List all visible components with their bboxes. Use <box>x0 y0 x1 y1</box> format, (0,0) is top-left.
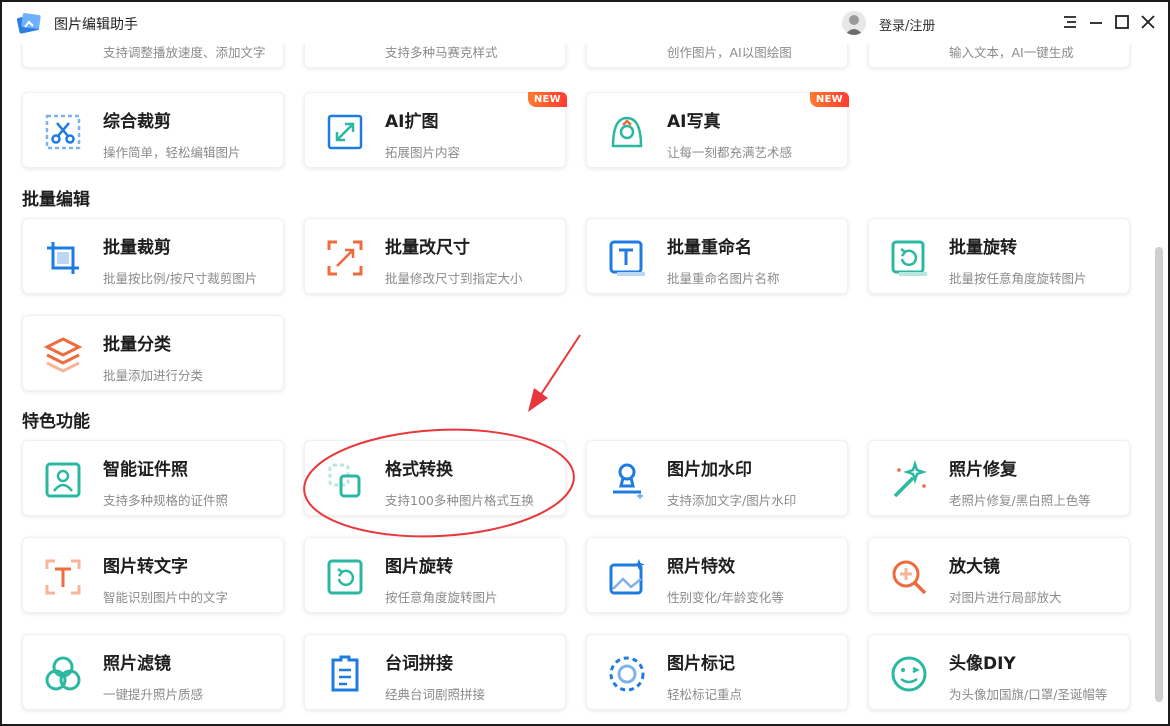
filter-icon <box>45 656 81 691</box>
card-desc: 按任意角度旋转图片 <box>385 590 498 605</box>
card-desc: 对图片进行局部放大 <box>949 590 1062 605</box>
rotate-icon <box>891 240 927 276</box>
new-badge: NEW <box>809 92 849 107</box>
card-desc: 为头像加国旗/口罩/圣诞帽等 <box>949 687 1108 702</box>
feature-card-script[interactable]: 台词拼接 经典台词剧照拼接 <box>304 634 566 710</box>
script-icon <box>331 655 359 692</box>
feature-card-watermark[interactable]: 图片加水印 支持添加文字/图片水印 <box>586 440 848 516</box>
feature-card-magnifier[interactable]: 放大镜 对图片进行局部放大 <box>868 537 1130 613</box>
image-rotate-icon <box>327 559 363 595</box>
feature-card-batch-classify[interactable]: 批量分类 批量添加进行分类 <box>22 315 284 391</box>
card-desc: 智能识别图片中的文字 <box>103 590 229 605</box>
card-title: 照片修复 <box>949 460 1017 480</box>
card-desc: 批量重命名图片名称 <box>667 271 780 286</box>
card-title: 批量分类 <box>103 335 171 355</box>
maximize-icon[interactable] <box>1112 12 1132 32</box>
feature-card-format-convert[interactable]: 格式转换 支持100多种图片格式互换 <box>304 440 566 516</box>
card-title: 放大镜 <box>949 557 1000 577</box>
card-desc: 支持100多种图片格式互换 <box>385 493 534 508</box>
card-title: AI写真 <box>667 112 721 132</box>
magic-wand-icon <box>893 460 927 498</box>
mark-icon <box>609 656 645 692</box>
menu-icon[interactable] <box>1060 12 1080 32</box>
avatar-diy-icon <box>891 656 927 692</box>
card-title: 批量重命名 <box>667 238 752 258</box>
card-desc: 操作简单，轻松编辑图片 <box>103 145 241 160</box>
card-title: 批量裁剪 <box>103 238 171 258</box>
batch-crop-icon <box>47 242 79 274</box>
vertical-scrollbar[interactable] <box>1155 247 1163 702</box>
portrait-icon <box>611 116 643 148</box>
feature-card-batch-resize[interactable]: 批量改尺寸 批量修改尺寸到指定大小 <box>304 218 566 294</box>
expand-arrows-icon <box>327 114 363 150</box>
feature-card-mark[interactable]: 图片标记 轻松标记重点 <box>586 634 848 710</box>
main-content: 支持调整播放速度、添加文字 支持多种马赛克样式 创作图片，AI以图绘图 输入文本… <box>2 2 1168 724</box>
section-title-features: 特色功能 <box>22 412 90 432</box>
card-title: 智能证件照 <box>103 460 188 480</box>
card-title: 照片滤镜 <box>103 654 171 674</box>
feature-card-crop[interactable]: 综合裁剪 操作简单，轻松编辑图片 <box>22 92 284 168</box>
card-title: 图片转文字 <box>103 557 188 577</box>
card-title: 图片加水印 <box>667 460 752 480</box>
card-title: 格式转换 <box>385 460 453 480</box>
photo-effect-icon <box>609 559 645 595</box>
app-logo-icon <box>16 13 41 34</box>
new-badge: NEW <box>527 92 567 107</box>
card-title: 批量改尺寸 <box>385 238 470 258</box>
feature-card-photo-repair[interactable]: 照片修复 老照片修复/黑白照上色等 <box>868 440 1130 516</box>
stamp-icon <box>613 463 643 499</box>
card-desc: 拓展图片内容 <box>385 145 461 160</box>
app-window: 支持调整播放速度、添加文字 支持多种马赛克样式 创作图片，AI以图绘图 输入文本… <box>0 0 1170 726</box>
rename-icon <box>609 240 645 276</box>
crop-scissors-icon <box>45 114 81 150</box>
card-title: 头像DIY <box>949 654 1016 674</box>
magnifier-icon <box>892 560 927 595</box>
card-desc: 老照片修复/黑白照上色等 <box>949 493 1091 508</box>
user-icon <box>845 15 863 35</box>
user-avatar[interactable] <box>842 11 866 35</box>
minimize-icon[interactable] <box>1086 12 1106 32</box>
feature-card-ai-expand[interactable]: AI扩图 拓展图片内容 NEW <box>304 92 567 168</box>
layers-icon <box>43 337 83 373</box>
feature-card-photo-effect[interactable]: 照片特效 性别变化/年龄变化等 <box>586 537 848 613</box>
id-photo-icon <box>45 462 81 498</box>
card-title: 批量旋转 <box>949 238 1017 258</box>
feature-card-filter[interactable]: 照片滤镜 一键提升照片质感 <box>22 634 284 710</box>
card-title: 照片特效 <box>667 557 735 577</box>
card-title: 图片旋转 <box>385 557 453 577</box>
resize-icon <box>327 240 363 276</box>
login-link[interactable]: 登录/注册 <box>879 15 935 34</box>
feature-card-ai-portrait[interactable]: AI写真 让每一刻都充满艺术感 NEW <box>586 92 849 168</box>
app-title: 图片编辑助手 <box>54 17 138 33</box>
card-title: 图片标记 <box>667 654 735 674</box>
ocr-text-icon <box>45 559 81 595</box>
card-desc: 经典台词剧照拼接 <box>385 687 486 702</box>
feature-card-batch-rotate[interactable]: 批量旋转 批量按任意角度旋转图片 <box>868 218 1130 294</box>
card-desc: 批量按任意角度旋转图片 <box>949 271 1087 286</box>
card-desc: 批量按比例/按尺寸裁剪图片 <box>103 271 258 286</box>
card-title: AI扩图 <box>385 112 439 132</box>
card-desc: 让每一刻都充满艺术感 <box>667 145 793 160</box>
card-title: 台词拼接 <box>385 654 453 674</box>
card-title: 综合裁剪 <box>103 112 171 132</box>
card-desc: 批量添加进行分类 <box>103 368 204 383</box>
card-desc: 轻松标记重点 <box>667 687 743 702</box>
feature-card-batch-rename[interactable]: 批量重命名 批量重命名图片名称 <box>586 218 848 294</box>
card-desc: 支持多种规格的证件照 <box>103 493 229 508</box>
card-desc: 性别变化/年龄变化等 <box>667 590 784 605</box>
title-bar: 图片编辑助手 登录/注册 <box>2 2 1168 44</box>
feature-card-image-rotate[interactable]: 图片旋转 按任意角度旋转图片 <box>304 537 566 613</box>
feature-card-ocr[interactable]: 图片转文字 智能识别图片中的文字 <box>22 537 284 613</box>
feature-card-batch-crop[interactable]: 批量裁剪 批量按比例/按尺寸裁剪图片 <box>22 218 284 294</box>
feature-card-avatar-diy[interactable]: 头像DIY 为头像加国旗/口罩/圣诞帽等 <box>868 634 1130 710</box>
format-convert-icon <box>328 463 361 498</box>
feature-card-id-photo[interactable]: 智能证件照 支持多种规格的证件照 <box>22 440 284 516</box>
close-icon[interactable] <box>1138 12 1158 32</box>
card-desc: 批量修改尺寸到指定大小 <box>385 271 523 286</box>
card-desc: 支持添加文字/图片水印 <box>667 493 797 508</box>
section-title-batch: 批量编辑 <box>22 190 90 210</box>
card-desc: 一键提升照片质感 <box>103 687 204 702</box>
